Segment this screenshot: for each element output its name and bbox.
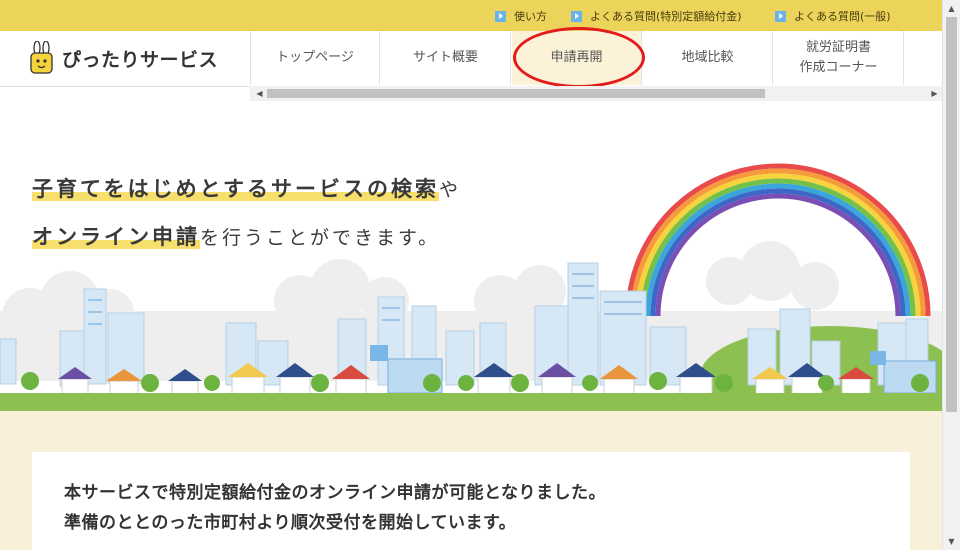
howto-link-label: 使い方	[514, 10, 547, 23]
scroll-right-arrow-icon[interactable]: ▶	[927, 86, 942, 101]
faq-benefit-link[interactable]: よくある質問(特別定額給付金)	[571, 9, 742, 23]
hero-headline-line1: 子育てをはじめとするサービスの検索や	[32, 173, 461, 203]
utility-bar: 使い方 よくある質問(特別定額給付金) よくある質問(一般)	[0, 0, 942, 31]
nav-employment-certificate[interactable]: 就労証明書 作成コーナー	[774, 31, 904, 85]
site-logo[interactable]: ぴったりサービス	[28, 41, 218, 75]
notice-line-1: 本サービスで特別定額給付金のオンライン申請が可能となりました。	[64, 483, 606, 503]
nav-region-compare[interactable]: 地域比較	[643, 31, 773, 85]
page-vertical-scrollbar[interactable]: ▲ ▼	[942, 0, 960, 550]
hero-headline-line2: オンライン申請を行うことができます。	[32, 221, 440, 251]
hero-line1-highlight: 子育てをはじめとするサービスの検索	[32, 177, 439, 201]
faq-general-link-label: よくある質問(一般)	[794, 10, 891, 23]
notice-line-2: 準備のととのった市町村より順次受付を開始しています。	[64, 513, 517, 533]
nav-employment-certificate-line1: 就労証明書	[805, 39, 871, 55]
notice-section: 本サービスで特別定額給付金のオンライン申請が可能となりました。 準備のととのった…	[0, 411, 942, 550]
play-icon	[571, 10, 582, 22]
notice-card: 本サービスで特別定額給付金のオンライン申請が可能となりました。 準備のととのった…	[32, 452, 910, 550]
howto-link[interactable]: 使い方	[495, 9, 547, 23]
hero-line2-highlight: オンライン申請	[32, 225, 200, 249]
page-scroll-thumb[interactable]	[946, 17, 957, 412]
nav-scroll-thumb[interactable]	[267, 89, 765, 98]
site-title: ぴったりサービス	[62, 48, 219, 71]
nav-site-overview[interactable]: サイト概要	[381, 31, 511, 85]
nav-horizontal-scrollbar[interactable]: ◀ ▶	[250, 86, 942, 101]
nav-top-page-label: トップページ	[276, 49, 354, 65]
cityscape-rainbow-illustration	[0, 163, 942, 411]
faq-general-link[interactable]: よくある質問(一般)	[775, 9, 891, 23]
nav-employment-certificate-line2: 作成コーナー	[799, 60, 878, 75]
scroll-down-arrow-icon[interactable]: ▼	[943, 533, 960, 550]
nav-site-overview-label: サイト概要	[412, 49, 478, 65]
scroll-up-arrow-icon[interactable]: ▲	[943, 0, 960, 17]
page: 使い方 よくある質問(特別定額給付金) よくある質問(一般) ぴったりサービス	[0, 0, 960, 550]
hero-line2-rest: を行うことができます。	[200, 227, 441, 249]
nav-application-resume[interactable]: 申請再開	[512, 31, 642, 85]
play-icon	[775, 10, 786, 22]
main-nav: トップページ サイト概要 申請再開 地域比較 就労証明書 作成コーナー	[250, 31, 942, 87]
rabbit-mascot-icon	[30, 41, 53, 74]
nav-application-resume-label: 申請再開	[550, 49, 603, 65]
nav-top-page[interactable]: トップページ	[250, 31, 380, 85]
hero-line1-rest: や	[438, 179, 461, 201]
nav-region-compare-label: 地域比較	[681, 49, 734, 65]
hero-banner: 子育てをはじめとするサービスの検索や オンライン申請を行うことができます。	[0, 101, 942, 411]
play-icon	[495, 10, 506, 22]
faq-benefit-link-label: よくある質問(特別定額給付金)	[590, 10, 742, 23]
scroll-left-arrow-icon[interactable]: ◀	[252, 86, 267, 101]
